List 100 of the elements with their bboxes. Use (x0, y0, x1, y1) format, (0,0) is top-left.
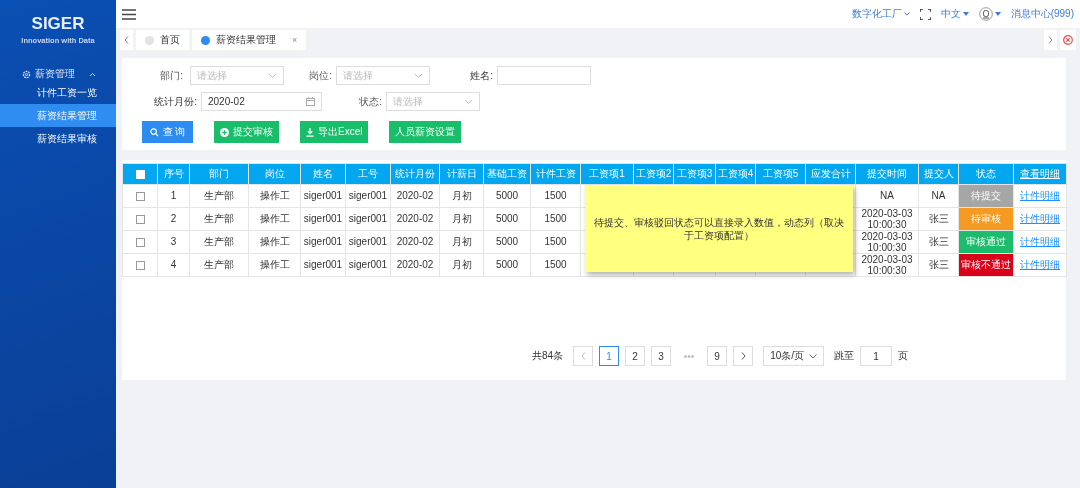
scroll-left-button[interactable] (120, 30, 133, 50)
table-cell: 1500 (530, 207, 581, 230)
chevron-down-icon (464, 98, 473, 105)
table-cell: 操作工 (248, 230, 301, 253)
position-select[interactable]: 请选择 (336, 66, 430, 85)
table-cell: 2020-03-03 10:00:30 (855, 230, 919, 253)
tab[interactable]: 首页 (136, 30, 189, 50)
page-button[interactable]: 9 (707, 346, 728, 366)
column-header: 工资项3 (673, 163, 716, 185)
table-cell: 4 (157, 253, 190, 276)
field-label: 姓名: (469, 68, 494, 83)
row-checkbox[interactable] (135, 192, 145, 202)
row-checkbox[interactable] (135, 214, 145, 224)
table-cell: 2020-03-03 10:00:30 (855, 253, 919, 276)
table-cell: 月初 (439, 184, 484, 207)
caret-icon (994, 12, 1001, 16)
gear-icon (22, 69, 31, 79)
table-cell: siger001 (345, 230, 391, 253)
table-cell: 1500 (530, 253, 581, 276)
department-select[interactable]: 请选择 (190, 66, 284, 85)
month-date-field[interactable]: 2020-02 (201, 92, 322, 111)
page-button[interactable]: 3 (651, 346, 672, 366)
sticky-note: 待提交、审核驳回状态可以直接录入数值，动态列（取决于工资项配置） (585, 185, 853, 272)
column-header: 计件工资 (530, 163, 581, 185)
table-cell: 月初 (439, 207, 484, 230)
column-header: 序号 (157, 163, 190, 185)
table-cell: 张三 (918, 253, 959, 276)
menu-item[interactable]: 计件工资一览 (0, 81, 116, 104)
column-header: 部门 (189, 163, 249, 185)
table-cell: siger001 (345, 184, 391, 207)
status-select[interactable]: 请选择 (386, 92, 480, 111)
field-label: 部门: (159, 68, 184, 83)
status-tag: 待提交 (959, 185, 1013, 207)
page-button[interactable]: 2 (625, 346, 646, 366)
column-header: 提交时间 (855, 163, 919, 185)
table-cell: 生产部 (189, 230, 249, 253)
select-all-checkbox[interactable] (135, 170, 145, 180)
table-cell: 2020-02 (390, 184, 440, 207)
table-cell: 5000 (483, 184, 531, 207)
chevron-icon (89, 71, 96, 77)
jump-page-field[interactable]: 1 (860, 346, 893, 366)
scroll-right-button[interactable] (1044, 30, 1057, 50)
table-cell: 月初 (439, 230, 484, 253)
chevron-left-icon (124, 36, 129, 44)
menu-item[interactable]: 薪资结果管理 (0, 104, 116, 127)
status-tag: 待审核 (959, 207, 1013, 230)
page-size-select[interactable]: 10条/页 (763, 346, 825, 366)
table-cell: 操作工 (248, 184, 301, 207)
submit-button[interactable]: 提交审核 (214, 121, 279, 143)
close-icon[interactable]: × (292, 35, 298, 45)
table-cell: 2020-02 (390, 253, 440, 276)
table-cell: 2020-03-03 10:00:30 (855, 207, 919, 230)
table-cell: 张三 (918, 207, 959, 230)
menu-item[interactable]: 薪资结果审核 (0, 127, 116, 150)
chevron-right-icon (740, 352, 746, 360)
row-checkbox[interactable] (135, 237, 145, 247)
menu-icon[interactable] (122, 8, 136, 20)
table-cell: 操作工 (248, 207, 301, 230)
language-dropdown[interactable]: 中文 (940, 7, 969, 21)
column-header: 工号 (345, 163, 391, 185)
fullscreen-icon[interactable] (919, 8, 931, 20)
table-cell: 2020-02 (390, 207, 440, 230)
table-cell: NA (918, 184, 959, 207)
page-unit-label: 页 (898, 349, 909, 363)
next-page-button[interactable] (733, 346, 754, 366)
row-checkbox[interactable] (135, 260, 145, 270)
settings-button[interactable]: 人员薪资设置 (389, 121, 462, 143)
column-header: 查看明细 (1013, 163, 1067, 185)
table-cell: siger001 (300, 207, 346, 230)
chevron-down-icon (268, 72, 277, 79)
menu-group[interactable]: 薪资管理 (0, 67, 116, 81)
logo-text: SIGER (30, 14, 86, 34)
message-center-link[interactable]: 消息中心(999) (1010, 7, 1074, 21)
column-header: 工资项1 (580, 163, 634, 185)
avatar-icon (978, 7, 993, 21)
status-tag: 审核不通过 (959, 253, 1013, 276)
chevron-down-icon (414, 72, 423, 79)
name-input-field[interactable] (497, 66, 591, 85)
column-header: 计薪日 (439, 163, 484, 185)
caret-icon (962, 12, 969, 16)
column-header: 应发合计 (805, 163, 856, 185)
table-cell: 操作工 (248, 253, 301, 276)
factory-dropdown[interactable]: 数字化工厂 (851, 7, 910, 21)
table-cell: 2020-02 (390, 230, 440, 253)
tab[interactable]: 薪资结果管理 × (192, 30, 307, 50)
table-cell: 生产部 (189, 184, 249, 207)
status-tag: 审核通过 (959, 230, 1013, 253)
close-all-button[interactable] (1060, 30, 1076, 50)
column-header: 工资项4 (715, 163, 756, 185)
user-dropdown[interactable] (978, 7, 1001, 21)
search-button[interactable]: 查 询 (142, 121, 193, 143)
column-header: 状态 (958, 163, 1014, 185)
plus-circle-icon (220, 127, 229, 137)
chevron-right-icon (1048, 36, 1053, 44)
export-button[interactable]: 导出Excel (300, 121, 369, 143)
table-cell: 生产部 (189, 253, 249, 276)
table-cell: NA (855, 184, 919, 207)
page-button[interactable]: 1 (599, 346, 620, 366)
table-cell: siger001 (345, 253, 391, 276)
total-count: 共84条 (532, 349, 564, 363)
